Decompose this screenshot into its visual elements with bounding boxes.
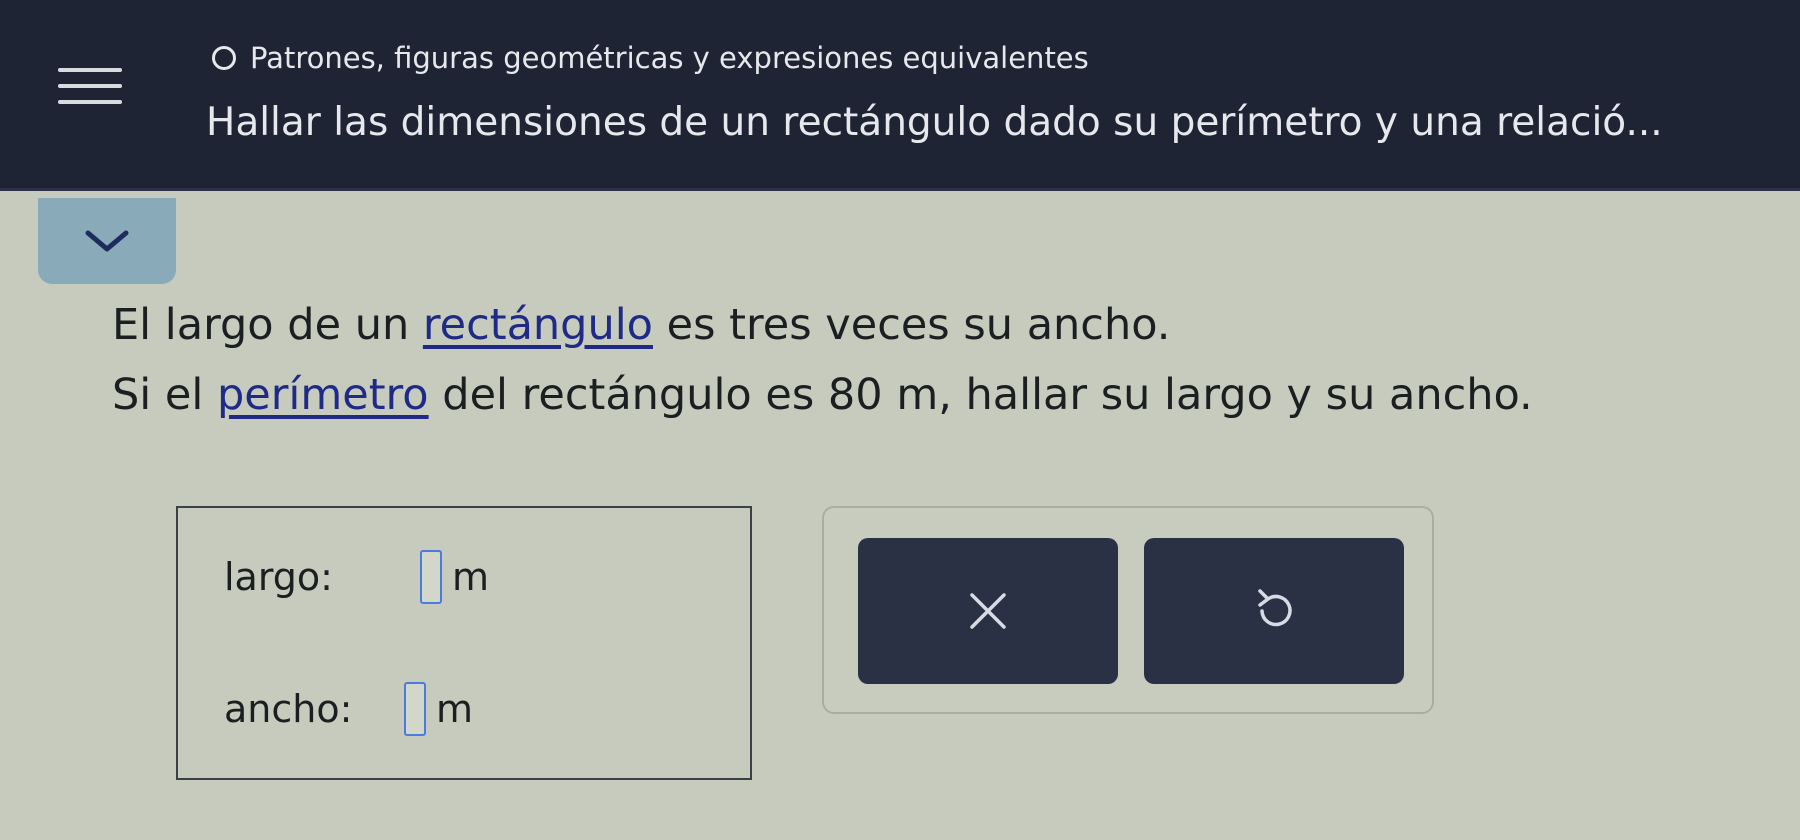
topic-title: Patrones, figuras geométricas y expresio… [250,41,1089,75]
ancho-label: ancho: [224,687,353,731]
menu-icon[interactable] [58,60,122,116]
answer-box: largo: m ancho: m [176,506,752,780]
question-text-part: El largo de un [112,300,423,350]
chevron-down-icon [85,230,129,252]
largo-input[interactable] [420,550,442,604]
lesson-title: Hallar las dimensiones de un rectángulo … [206,100,1663,145]
question-text: El largo de un rectángulo es tres veces … [112,290,1533,430]
topic-row: Patrones, figuras geométricas y expresio… [212,38,1089,78]
largo-unit: m [452,555,490,599]
rectangulo-link[interactable]: rectángulo [423,300,653,350]
clear-button[interactable] [858,538,1118,684]
close-icon [970,593,1006,629]
action-panel [822,506,1434,714]
perimetro-link[interactable]: perímetro [217,370,429,420]
collapse-button[interactable] [38,198,176,284]
question-text-part: es tres veces su ancho. [652,300,1171,350]
answer-row-largo: largo: m [224,550,489,604]
question-line-2: Si el perímetro del rectángulo es 80 m, … [112,360,1533,430]
top-bar: Patrones, figuras geométricas y expresio… [0,0,1800,191]
undo-icon [1258,589,1292,627]
undo-button[interactable] [1144,538,1404,684]
circle-icon [212,46,236,70]
question-text-part: Si el [112,370,217,420]
ancho-unit: m [436,687,474,731]
largo-label: largo: [224,555,333,599]
question-line-1: El largo de un rectángulo es tres veces … [112,290,1533,360]
question-text-part: del rectángulo es 80 m, hallar su largo … [428,370,1533,420]
ancho-input[interactable] [404,682,426,736]
answer-row-ancho: ancho: m [224,682,473,736]
